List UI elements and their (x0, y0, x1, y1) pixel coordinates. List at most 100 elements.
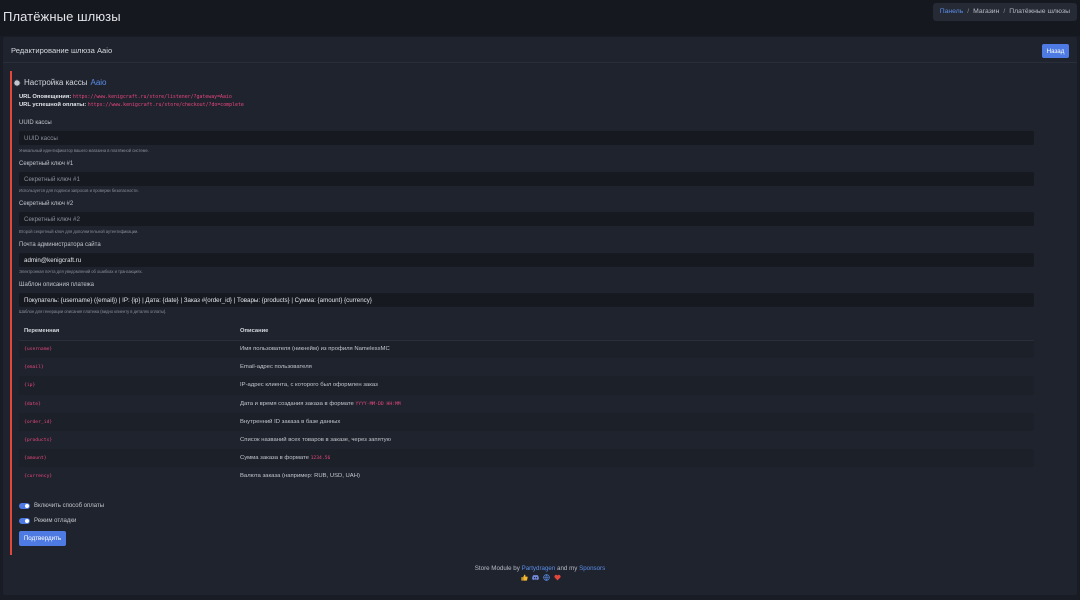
debug-mode-toggle[interactable] (19, 518, 30, 524)
breadcrumb-item-gateways: Платёжные шлюзы (1009, 8, 1070, 15)
variable-code: {date} (24, 401, 41, 407)
description-cell: IP-адрес клиента, с которого был оформле… (235, 376, 1034, 395)
description-text: Валюта заказа (например: RUB, USD, UAH) (240, 473, 360, 480)
variable-code: {order_id} (24, 419, 53, 425)
description-cell: Имя пользователя (никнейм) из профиля Na… (235, 340, 1034, 359)
heart-icon[interactable] (554, 574, 561, 581)
format-code: 1234.56 (310, 456, 331, 462)
variable-cell: {currency} (19, 467, 235, 485)
notify-url-label: URL Оповещения: (19, 94, 72, 100)
uuid-help: Уникальный идентификатор вашего магазина… (19, 148, 149, 153)
enable-payment-toggle[interactable] (19, 503, 30, 509)
table-row: {email} Email-адрес пользователя (19, 358, 1034, 376)
format-code: YYYY-MM-DD HH:MM (355, 401, 401, 407)
success-url-value: https://www.kenigcraft.ru/store/checkout… (87, 102, 244, 108)
table-row: {username} Имя пользователя (никнейм) из… (19, 340, 1034, 359)
variable-cell: {ip} (19, 376, 235, 395)
variable-cell: {order_id} (19, 412, 235, 431)
variable-cell: {date} (19, 395, 235, 413)
payment-template-help: Шаблон для генерации описания платежа (в… (19, 309, 167, 314)
variable-code: {email} (24, 365, 44, 371)
notify-url-value: https://www.kenigcraft.ru/store/listener… (72, 94, 232, 100)
debug-mode-toggle-row: Режим отладки (19, 518, 76, 524)
admin-email-input[interactable] (19, 253, 1034, 267)
description-text: Имя пользователя (никнейм) из профиля Na… (240, 346, 390, 353)
description-text: Дата и время создания заказа в формате (240, 400, 354, 407)
description-cell: Список названий всех товаров в заказе, ч… (235, 431, 1034, 449)
description-text: Сумма заказа в формате (240, 455, 309, 462)
secret-key-1-label: Секретный ключ #1 (19, 161, 74, 167)
page-title: Платёжные шлюзы (3, 9, 121, 24)
variable-cell: {products} (19, 431, 235, 449)
column-header-variable: Переменная (19, 322, 235, 341)
admin-email-help: Электронная почта для уведомлений об оши… (19, 269, 143, 274)
debug-mode-label: Режим отладки (34, 518, 77, 524)
card-header: Редактирование шлюза Aaio Назад (3, 37, 1077, 63)
success-url-row: URL успешной оплаты: https://www.kenigcr… (19, 102, 244, 108)
gear-icon (13, 79, 21, 86)
secret-key-2-label: Секретный ключ #2 (19, 201, 74, 207)
breadcrumb: Панель / Магазин / Платёжные шлюзы (932, 3, 1077, 21)
submit-button[interactable]: Подтвердить (19, 531, 66, 546)
secret-key-1-help: Используется для подписи запросов и пров… (19, 188, 139, 193)
section-title-accent: Aaio (90, 78, 107, 87)
variable-code: {username} (24, 347, 53, 353)
globe-icon[interactable] (543, 574, 550, 581)
section-title-text: Настройка кассы (24, 78, 88, 87)
description-cell: Дата и время создания заказа в формате Y… (235, 395, 1034, 413)
description-text: Внутренний ID заказа в базе данных (240, 418, 341, 425)
secret-key-2-help: Второй секретный ключ для дополнительной… (19, 229, 139, 234)
table-row: {amount} Сумма заказа в формате 1234.56 (19, 449, 1034, 468)
table-row: {currency} Валюта заказа (например: RUB,… (19, 467, 1034, 485)
description-text: IP-адрес клиента, с которого был оформле… (240, 382, 378, 389)
notify-url-row: URL Оповещения: https://www.kenigcraft.r… (19, 94, 232, 100)
variable-cell: {amount} (19, 449, 235, 468)
uuid-label: UUID кассы (19, 120, 52, 126)
secret-key-2-input[interactable] (19, 212, 1034, 226)
table-row: {products} Список названий всех товаров … (19, 431, 1034, 449)
variable-cell: {email} (19, 358, 235, 376)
description-text: Список названий всех товаров в заказе, ч… (240, 437, 391, 444)
card-title: Редактирование шлюза Aaio (11, 46, 113, 55)
footer: Store Module by Partydragen and my Spons… (3, 565, 1077, 572)
breadcrumb-separator: / (1003, 8, 1006, 15)
discord-icon[interactable] (532, 574, 539, 581)
footer-icons (521, 574, 561, 581)
table-row: {order_id} Внутренний ID заказа в базе д… (19, 412, 1034, 431)
enable-payment-label: Включить способ оплаты (34, 503, 105, 509)
variable-code: {currency} (24, 474, 53, 480)
variable-code: {products} (24, 438, 53, 444)
description-cell: Email-адрес пользователя (235, 358, 1034, 376)
description-cell: Валюта заказа (например: RUB, USD, UAH) (235, 467, 1034, 485)
table-row: {date} Дата и время создания заказа в фо… (19, 395, 1034, 413)
breadcrumb-item-panel[interactable]: Панель (940, 3, 963, 21)
breadcrumb-item-store: Магазин (973, 8, 1000, 15)
secret-key-1-input[interactable] (19, 172, 1034, 186)
sponsors-link[interactable]: Sponsors (579, 565, 605, 572)
variable-code: {amount} (24, 456, 47, 462)
enable-payment-toggle-row: Включить способ оплаты (19, 503, 104, 509)
description-text: Email-адрес пользователя (240, 364, 312, 371)
page-header: Платёжные шлюзы Панель / Магазин / Платё… (0, 0, 1080, 36)
breadcrumb-separator: / (967, 8, 970, 15)
back-button[interactable]: Назад (1042, 44, 1069, 58)
admin-email-label: Почта администратора сайта (19, 242, 101, 248)
section-title: Настройка кассы Aaio (13, 78, 107, 87)
variable-code: {ip} (24, 383, 36, 389)
payment-template-label: Шаблон описания платежа (19, 282, 94, 288)
column-header-description: Описание (235, 322, 1034, 341)
description-cell: Внутренний ID заказа в базе данных (235, 412, 1034, 431)
description-cell: Сумма заказа в формате 1234.56 (235, 449, 1034, 468)
footer-prefix: Store Module by (474, 565, 520, 572)
gateway-edit-card: Редактирование шлюза Aaio Назад Настройк… (3, 37, 1077, 595)
uuid-input[interactable] (19, 131, 1034, 145)
author-link[interactable]: Partydragen (522, 565, 556, 572)
table-header-row: Переменная Описание (19, 322, 1034, 341)
variable-cell: {username} (19, 340, 235, 359)
success-url-label: URL успешной оплаты: (19, 102, 87, 108)
variables-table: Переменная Описание {username} Имя польз… (19, 322, 1034, 486)
payment-template-input[interactable] (19, 293, 1034, 307)
table-row: {ip} IP-адрес клиента, с которого был оф… (19, 376, 1034, 395)
footer-middle: and my (557, 565, 578, 572)
thumbs-up-icon[interactable] (521, 574, 528, 581)
